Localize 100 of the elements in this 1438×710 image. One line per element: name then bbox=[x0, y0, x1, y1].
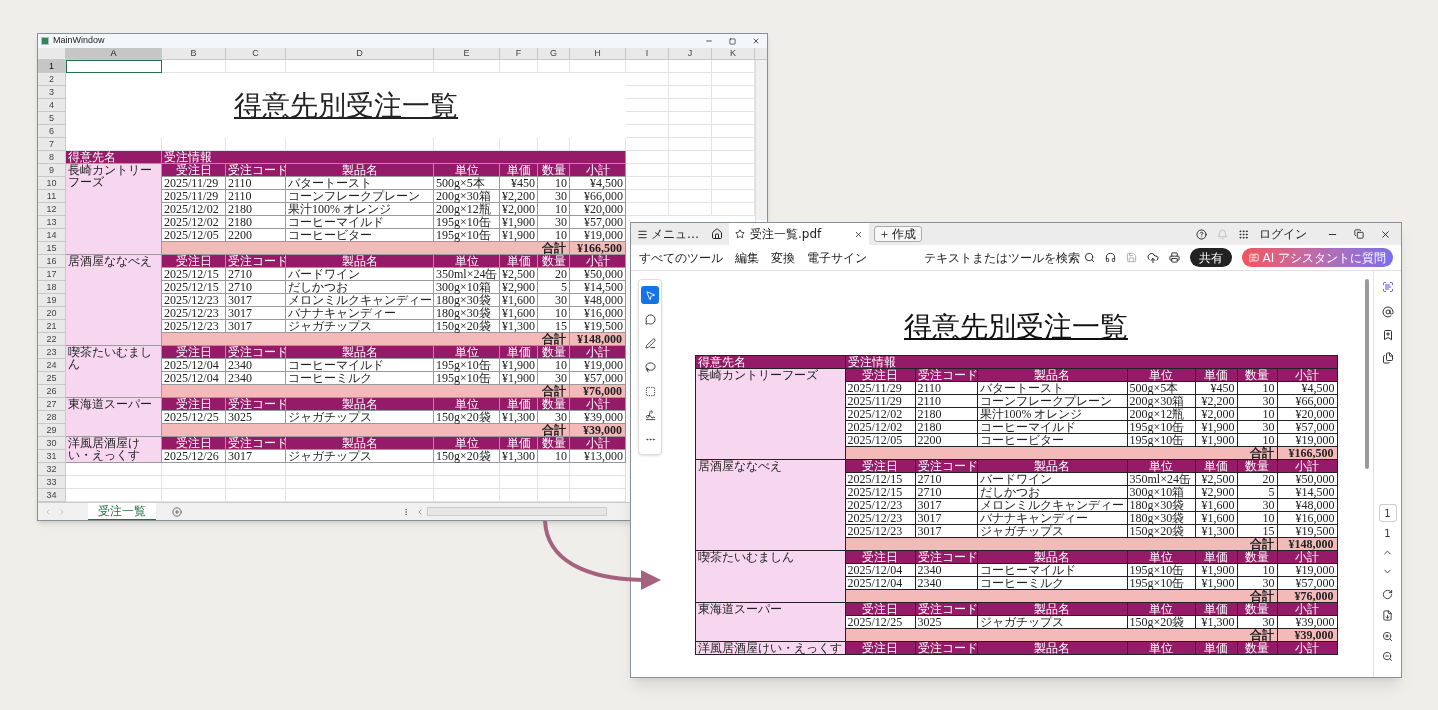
column-header[interactable]: D bbox=[286, 48, 434, 59]
row-number[interactable]: 6 bbox=[38, 125, 66, 138]
row-number[interactable]: 16 bbox=[38, 255, 66, 268]
column-header[interactable]: F bbox=[500, 48, 538, 59]
next-sheet-icon[interactable] bbox=[58, 507, 66, 516]
share-button[interactable]: 共有 bbox=[1190, 248, 1233, 267]
close-icon[interactable] bbox=[752, 37, 760, 45]
bell-icon[interactable] bbox=[1217, 228, 1228, 240]
save-icon[interactable] bbox=[1126, 252, 1138, 263]
more-icon[interactable] bbox=[402, 507, 410, 516]
row-number[interactable]: 17 bbox=[38, 268, 66, 281]
rotate-icon[interactable] bbox=[1382, 589, 1393, 600]
table-cell: 2025/12/25 bbox=[162, 411, 226, 424]
ai-assistant-button[interactable]: AI アシスタントに質問 bbox=[1242, 248, 1393, 267]
close-icon[interactable] bbox=[1380, 228, 1391, 240]
column-header[interactable]: K bbox=[712, 48, 755, 59]
row-number[interactable]: 21 bbox=[38, 320, 66, 333]
page-number-field[interactable]: 1 bbox=[1378, 504, 1397, 522]
total-label: 合計 bbox=[845, 629, 1278, 642]
home-icon[interactable] bbox=[711, 228, 723, 240]
close-tab-icon[interactable] bbox=[854, 229, 863, 239]
zoom-out-icon[interactable] bbox=[1382, 651, 1393, 662]
zoom-in-icon[interactable] bbox=[1382, 631, 1393, 642]
row-number[interactable]: 23 bbox=[38, 346, 66, 359]
row-number[interactable]: 22 bbox=[38, 333, 66, 346]
previous-sheet-icon[interactable] bbox=[44, 507, 52, 516]
login-button[interactable]: ログイン bbox=[1259, 225, 1307, 243]
menu-button[interactable]: メニュ… bbox=[631, 223, 705, 245]
scroll-left-icon[interactable] bbox=[416, 507, 424, 516]
row-number[interactable]: 25 bbox=[38, 372, 66, 385]
row-number[interactable]: 29 bbox=[38, 424, 66, 437]
row-number[interactable]: 28 bbox=[38, 411, 66, 424]
apps-grid-icon[interactable] bbox=[1238, 228, 1249, 240]
row-number[interactable]: 10 bbox=[38, 177, 66, 190]
column-header[interactable]: H bbox=[570, 48, 626, 59]
print-icon[interactable] bbox=[1169, 252, 1181, 263]
headphones-icon[interactable] bbox=[1105, 252, 1117, 263]
row-number[interactable]: 14 bbox=[38, 229, 66, 242]
row-number[interactable]: 7 bbox=[38, 138, 66, 151]
add-sheet-icon[interactable] bbox=[172, 506, 182, 517]
scan-text-icon[interactable] bbox=[1381, 281, 1394, 293]
column-header[interactable]: C bbox=[226, 48, 286, 59]
row-number[interactable]: 2 bbox=[38, 73, 66, 86]
horizontal-scrollbar[interactable] bbox=[427, 507, 607, 516]
table-cell: 2110 bbox=[226, 190, 286, 203]
tab-label[interactable]: 受注一覧.pdf bbox=[750, 225, 822, 243]
row-number[interactable]: 27 bbox=[38, 398, 66, 411]
at-sign-icon[interactable] bbox=[1381, 306, 1394, 318]
column-header[interactable]: G bbox=[538, 48, 570, 59]
row-number[interactable]: 15 bbox=[38, 242, 66, 255]
table-cell: 5 bbox=[1237, 486, 1278, 499]
column-header: 製品名 bbox=[286, 437, 434, 450]
column-header: 受注日 bbox=[845, 369, 916, 382]
row-number[interactable]: 33 bbox=[38, 476, 66, 489]
table-cell: 180g×30袋 bbox=[1127, 499, 1196, 512]
tool-button[interactable] bbox=[641, 286, 659, 304]
document-tab[interactable]: 受注一覧.pdf bbox=[729, 223, 869, 245]
row-number[interactable]: 18 bbox=[38, 281, 66, 294]
create-button[interactable]: 作成 bbox=[874, 226, 922, 242]
row-number[interactable]: 3 bbox=[38, 86, 66, 99]
vertical-scrollbar[interactable] bbox=[1365, 279, 1369, 469]
vertical-scrollbar[interactable] bbox=[756, 60, 767, 220]
restore-icon[interactable] bbox=[729, 37, 736, 45]
row-number[interactable]: 1 bbox=[38, 60, 66, 73]
row-number[interactable]: 8 bbox=[38, 151, 66, 164]
column-header[interactable]: I bbox=[626, 48, 669, 59]
column-header[interactable]: E bbox=[434, 48, 500, 59]
star-icon[interactable] bbox=[735, 229, 745, 239]
row-number[interactable]: 20 bbox=[38, 307, 66, 320]
table-cell: 200g×30箱 bbox=[434, 190, 500, 203]
upload-icon[interactable] bbox=[1147, 251, 1160, 264]
row-number[interactable]: 12 bbox=[38, 203, 66, 216]
row-number[interactable]: 19 bbox=[38, 294, 66, 307]
column-header[interactable]: J bbox=[669, 48, 712, 59]
column-header: 数量 bbox=[538, 164, 570, 177]
bookmark-icon[interactable] bbox=[1381, 329, 1394, 341]
row-number[interactable]: 4 bbox=[38, 99, 66, 112]
table-cell: バードワイン bbox=[977, 473, 1128, 486]
row-number[interactable]: 30 bbox=[38, 437, 66, 450]
row-number[interactable]: 5 bbox=[38, 112, 66, 125]
column-header[interactable]: A bbox=[66, 48, 162, 59]
row-number[interactable]: 32 bbox=[38, 463, 66, 476]
row-number[interactable]: 13 bbox=[38, 216, 66, 229]
pages-icon[interactable] bbox=[1381, 352, 1394, 364]
toolbar-menu-item[interactable]: 変換 bbox=[771, 248, 795, 267]
toolbar-menu-item[interactable]: すべてのツール bbox=[639, 248, 723, 267]
row-number[interactable]: 34 bbox=[38, 489, 66, 502]
column-header[interactable]: B bbox=[162, 48, 226, 59]
row-number[interactable]: 24 bbox=[38, 359, 66, 372]
row-number[interactable]: 9 bbox=[38, 164, 66, 177]
file-export-icon[interactable] bbox=[1382, 610, 1393, 621]
row-number[interactable]: 31 bbox=[38, 450, 66, 463]
toolbar-menu-item[interactable]: 編集 bbox=[735, 248, 759, 267]
row-number[interactable]: 11 bbox=[38, 190, 66, 203]
sheet-tab[interactable]: 受注一覧 bbox=[88, 502, 156, 520]
row-number[interactable]: 26 bbox=[38, 385, 66, 398]
help-icon[interactable] bbox=[1196, 228, 1207, 240]
toolbar-menu-item[interactable]: 電子サイン bbox=[807, 248, 867, 267]
restore-icon[interactable] bbox=[1354, 229, 1364, 239]
search-icon[interactable] bbox=[1084, 252, 1096, 263]
